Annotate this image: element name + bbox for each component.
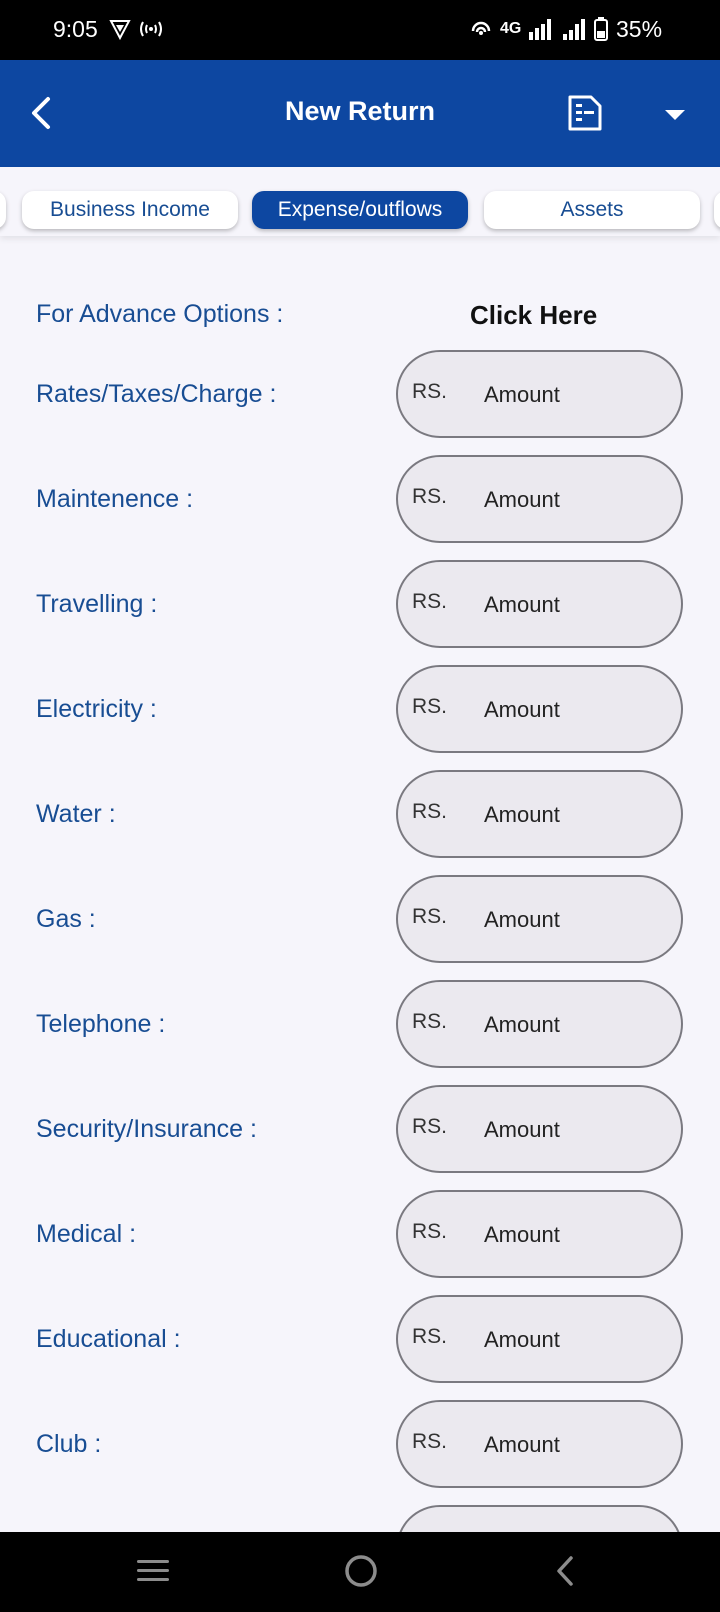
currency-prefix: RS. [412,1115,448,1138]
field-label: Rates/Taxes/Charge : [36,380,277,408]
signal-icon-1 [528,17,552,41]
field-label: Club : [36,1430,102,1458]
educational-amount-input[interactable]: RS. Amount [396,1295,683,1383]
electricity-amount-input[interactable]: RS. Amount [396,665,683,753]
click-here-link[interactable]: Click Here [470,300,597,331]
currency-prefix: RS. [412,695,448,718]
document-button[interactable] [562,90,608,136]
home-icon [345,1555,377,1587]
field-label: Water : [36,800,116,828]
app-bar: New Return [0,60,720,167]
vpn-shield-icon [108,17,132,41]
gas-amount-input[interactable]: RS. Amount [396,875,683,963]
currency-prefix: RS. [412,905,448,928]
maintenence-amount-input[interactable]: RS. Amount [396,455,683,543]
amount-placeholder: Amount [484,487,560,512]
back-icon [557,1556,573,1586]
amount-placeholder: Amount [484,1432,560,1457]
field-label: Gas : [36,905,96,933]
currency-prefix: RS. [412,800,448,823]
menu-dropdown-button[interactable] [652,92,698,138]
recents-button[interactable] [128,1548,178,1594]
battery-icon [594,17,608,41]
amount-placeholder: Amount [484,1117,560,1142]
currency-prefix: RS. [412,380,448,403]
medical-amount-input[interactable]: RS. Amount [396,1190,683,1278]
home-button[interactable] [336,1548,386,1594]
signal-icon-2 [562,17,586,41]
field-label: Electricity : [36,695,157,723]
currency-prefix: RS. [412,1220,448,1243]
network-type-label: 4G [500,20,522,37]
advance-options-label: For Advance Options : [36,300,284,328]
section-tabs: Business Income Expense/outflows Assets [0,167,720,236]
currency-prefix: RS. [412,590,448,613]
battery-percent: 35% [616,16,663,42]
caret-down-icon [665,110,685,120]
page-title: New Return [284,96,436,126]
amount-placeholder: Amount [484,1012,560,1037]
amount-placeholder: Amount [484,592,560,617]
hotspot-icon [138,17,164,41]
field-label: Travelling : [36,590,158,618]
amount-placeholder: Amount [484,1222,560,1247]
amount-placeholder: Amount [484,382,560,407]
amount-placeholder: Amount [484,697,560,722]
tab-assets[interactable]: Assets [484,191,700,229]
field-label: Medical : [36,1220,137,1248]
tab-business-income[interactable]: Business Income [22,191,238,229]
water-amount-input[interactable]: RS. Amount [396,770,683,858]
tab-partial-left[interactable] [0,191,6,229]
travelling-amount-input[interactable]: RS. Amount [396,560,683,648]
security-insurance-amount-input[interactable]: RS. Amount [396,1085,683,1173]
tab-expense-outflows[interactable]: Expense/outflows [252,191,468,229]
field-label: Telephone : [36,1010,166,1038]
document-icon [568,95,602,131]
field-label: Educational : [36,1325,181,1353]
currency-prefix: RS. [412,485,448,508]
currency-prefix: RS. [412,1010,448,1033]
field-label: Security/Insurance : [36,1115,257,1143]
telephone-amount-input[interactable]: RS. Amount [396,980,683,1068]
amount-placeholder: Amount [484,802,560,827]
amount-placeholder: Amount [484,1327,560,1352]
amount-placeholder: Amount [484,907,560,932]
tab-partial-right[interactable] [714,191,720,229]
nav-back-button[interactable] [540,1548,590,1594]
recents-icon [137,1560,169,1581]
status-time: 9:05 [53,16,98,42]
wifi-calling-icon [470,17,492,41]
currency-prefix: RS. [412,1430,448,1453]
field-label: Maintenence : [36,485,194,513]
status-bar: 9:05 4G 35% [0,0,720,60]
system-nav-bar [0,1532,720,1612]
rates-taxes-amount-input[interactable]: RS. Amount [396,350,683,438]
club-amount-input[interactable]: RS. Amount [396,1400,683,1488]
currency-prefix: RS. [412,1325,448,1348]
